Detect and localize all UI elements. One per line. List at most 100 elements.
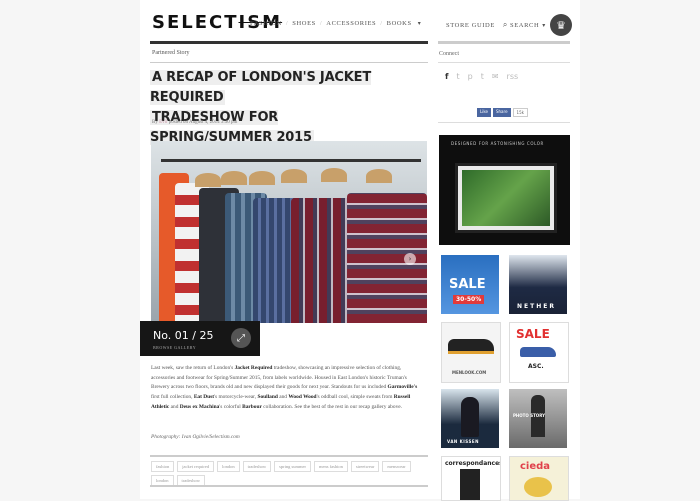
- social-divider: [438, 122, 570, 123]
- nav-dropdown-icon[interactable]: ▾: [418, 20, 422, 27]
- tag-link[interactable]: menswear: [382, 461, 411, 472]
- body-text: 's motorcycle-wear,: [214, 394, 258, 401]
- twitter-icon[interactable]: t: [456, 72, 459, 81]
- social-links: f t p t ✉ rss: [445, 72, 518, 81]
- illustration-image: [524, 477, 552, 497]
- tile-label: cieda: [520, 461, 551, 472]
- hanger: [366, 169, 392, 183]
- article-title: A RECAP OF LONDON'S JACKET REQUIRED TRAD…: [150, 68, 385, 148]
- email-icon[interactable]: ✉: [492, 72, 499, 81]
- ad-tile[interactable]: SALE 30-50%: [441, 255, 499, 314]
- model-image: [461, 397, 479, 437]
- article-eyebrow: Partnered Story: [152, 50, 190, 56]
- logo-text: SELECT: [152, 12, 239, 33]
- nav-separator: /: [319, 20, 323, 27]
- tag-list: fashion jacket required london tradeshow…: [151, 461, 426, 486]
- search-dropdown-icon[interactable]: ▾: [542, 22, 546, 29]
- ad-tile[interactable]: cieda: [509, 456, 569, 501]
- gallery-counter-number: No. 01 / 25: [153, 329, 214, 342]
- tag-link[interactable]: spring summer: [274, 461, 311, 472]
- sneaker-sole: [448, 351, 494, 354]
- gallery-next-icon[interactable]: ›: [404, 253, 416, 265]
- nav-item-accessories[interactable]: ACCESSORIES: [326, 20, 376, 27]
- nav-item-books[interactable]: BOOKS: [387, 20, 412, 27]
- rss-icon[interactable]: rss: [507, 72, 519, 81]
- gallery-image[interactable]: ›: [151, 141, 427, 323]
- shoe-image: [520, 347, 556, 357]
- ad-tile[interactable]: SALE ASC.: [509, 322, 569, 383]
- body-text: Last week, saw the return of London's: [151, 365, 235, 371]
- tag-link[interactable]: jacket required: [177, 461, 215, 472]
- ad-tile[interactable]: correspondances: [441, 456, 501, 501]
- tile-label: SALE: [516, 327, 550, 341]
- facebook-widget: Like Share 15k: [477, 108, 528, 117]
- tag-link[interactable]: mens fashion: [314, 461, 348, 472]
- tags-divider: [150, 455, 428, 457]
- body-text: first full collection,: [151, 394, 194, 401]
- body-link[interactable]: Jacket Required: [235, 365, 273, 371]
- bottom-divider: [150, 485, 428, 487]
- body-link[interactable]: Barbour: [242, 404, 262, 410]
- tag-link[interactable]: london: [217, 461, 240, 472]
- body-link[interactable]: Deus ex Machina: [180, 404, 220, 410]
- tile-label: correspondances: [445, 460, 501, 467]
- header-divider: [150, 41, 428, 44]
- connect-heading: Connect: [439, 51, 459, 57]
- tile-sub: ASC.: [528, 363, 544, 370]
- fb-share-button[interactable]: Share: [492, 108, 511, 117]
- ad-tile[interactable]: PHOTO STORY: [509, 389, 567, 448]
- body-text: 's colorful: [219, 403, 243, 410]
- browse-gallery-label[interactable]: BROWSE GALLERY: [153, 345, 196, 350]
- article-body: Last week, saw the return of London's Ja…: [151, 364, 421, 413]
- fb-like-count: 15k: [512, 108, 528, 117]
- nav-separator: /: [380, 20, 383, 27]
- tag-link[interactable]: streetwear: [350, 461, 380, 472]
- sidebar-divider: [438, 41, 570, 44]
- body-text: and: [277, 394, 289, 401]
- ad-tile[interactable]: MENLOOK.COM: [441, 322, 501, 383]
- body-link[interactable]: Garmoville's: [388, 384, 418, 390]
- byline-author-link[interactable]: Evil: [159, 120, 167, 125]
- byline-date: posted on August 4, 2014 3:30 pm: [168, 120, 238, 125]
- hanger: [249, 171, 275, 185]
- body-text: collaboration. See the best of the rest …: [261, 403, 403, 410]
- search-link[interactable]: SEARCH: [510, 22, 539, 29]
- body-link[interactable]: Wood Wood: [288, 394, 316, 400]
- hanger: [195, 173, 221, 187]
- store-guide-link[interactable]: STORE GUIDE: [446, 22, 495, 29]
- byline-prefix: By: [152, 120, 158, 125]
- tag-link[interactable]: tradeshow: [242, 461, 272, 472]
- tumblr-icon[interactable]: t: [481, 72, 484, 81]
- main-nav: FASHION / SHOES / ACCESSORIES / BOOKS ▾: [250, 20, 421, 27]
- body-text: 's oddball cool, simple sweats from: [316, 394, 394, 401]
- nav-separator: /: [285, 20, 289, 27]
- article-title-line: A RECAP OF LONDON'S JACKET REQUIRED: [150, 70, 371, 105]
- facebook-icon[interactable]: f: [445, 72, 448, 81]
- article-byline: By Evil posted on August 4, 2014 3:30 pm: [152, 120, 237, 125]
- ad-tile[interactable]: NETHER: [509, 255, 567, 314]
- clothing-rail: [161, 159, 421, 162]
- eyebrow-divider: [150, 62, 428, 63]
- tile-label: NETHER: [517, 303, 556, 310]
- crown-icon[interactable]: ♛: [550, 14, 572, 36]
- butterfly-image: [462, 170, 550, 226]
- nav-item-fashion[interactable]: FASHION: [250, 20, 282, 27]
- photo-credit: Photography: Ivan Ogilvie/Selectism.com: [151, 434, 240, 440]
- tile-label: MENLOOK.COM: [452, 370, 487, 375]
- model-image: [460, 469, 480, 500]
- gallery-expand-button[interactable]: ⤢: [222, 321, 260, 356]
- body-link[interactable]: Soulland: [257, 394, 277, 400]
- body-text: and: [169, 403, 180, 410]
- article-title-line: TRADESHOW FOR SPRING/SUMMER 2015: [150, 110, 314, 145]
- sidebar-ad[interactable]: DESIGNED FOR ASTONISHING COLOR: [439, 135, 570, 245]
- fb-like-button[interactable]: Like: [477, 108, 491, 117]
- hanger: [281, 169, 307, 183]
- pinterest-icon[interactable]: p: [468, 72, 473, 81]
- nav-item-shoes[interactable]: SHOES: [292, 20, 316, 27]
- body-link[interactable]: Eat Dust: [194, 394, 214, 400]
- connect-divider: [438, 62, 570, 63]
- gallery-counter: No. 01 / 25 BROWSE GALLERY: [140, 321, 222, 356]
- search-icon[interactable]: ⌕: [503, 20, 508, 30]
- tag-link[interactable]: fashion: [151, 461, 175, 472]
- ad-tile[interactable]: VAN KISSEN: [441, 389, 499, 448]
